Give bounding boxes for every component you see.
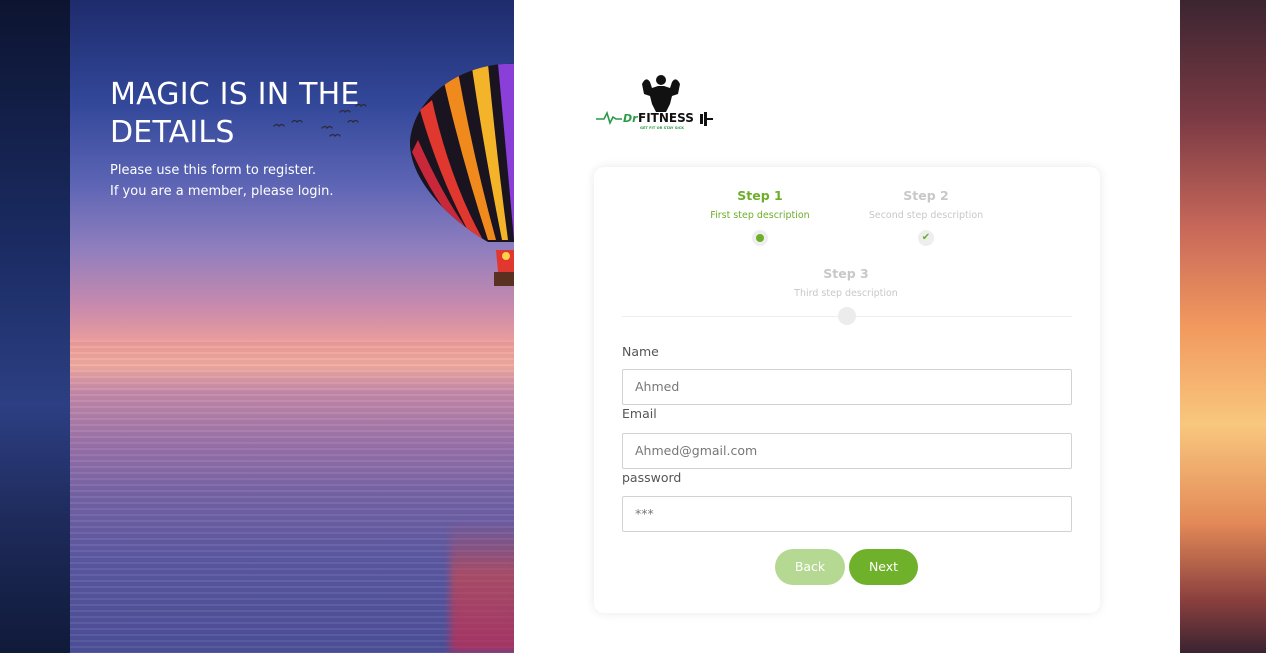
step-2-title: Step 2 [903, 188, 949, 203]
step-2-description: Second step description [868, 210, 984, 221]
step-1-indicator[interactable] [752, 230, 768, 246]
name-input[interactable]: Ahmed [622, 369, 1072, 405]
hot-air-balloon-icon [410, 63, 514, 286]
step-3-description: Third step description [794, 288, 898, 299]
hero-water [70, 340, 514, 653]
name-label: Name [622, 344, 659, 359]
hero-subtitle-line-2: If you are a member, please login. [110, 184, 334, 199]
back-button[interactable]: Back [775, 549, 845, 585]
step-1-description: First step description [710, 210, 810, 221]
hero-panel: MAGIC IS IN THE DETAILS Please use this … [70, 0, 514, 653]
hero-title: MAGIC IS IN THE DETAILS [110, 77, 360, 150]
step-3-title: Step 3 [823, 266, 869, 281]
email-label: Email [622, 406, 657, 421]
step-1-title: Step 1 [737, 188, 783, 203]
hero-subtitle-line-1: Please use this form to register. [110, 163, 317, 178]
next-button[interactable]: Next [849, 549, 918, 585]
step-3[interactable]: Step 3 Third step description [766, 266, 926, 301]
dr-fitness-logo: Dr FITNESS GET FIT OR STAY SICK [596, 75, 713, 130]
check-icon[interactable]: ✔ [918, 230, 934, 246]
svg-text:Dr: Dr [623, 112, 638, 125]
password-input[interactable]: *** [622, 496, 1072, 532]
balloon-reflection [450, 520, 514, 653]
password-label: password [622, 470, 682, 485]
background-left [0, 0, 70, 653]
step-3-indicator[interactable] [838, 307, 856, 325]
email-input[interactable]: Ahmed@gmail.com [622, 433, 1072, 469]
svg-text:FITNESS: FITNESS [638, 111, 694, 125]
form-panel: Dr FITNESS GET FIT OR STAY SICK Step 1 F… [514, 0, 1180, 653]
svg-text:GET FIT OR STAY SICK: GET FIT OR STAY SICK [640, 126, 684, 130]
background-right [1180, 0, 1266, 653]
step-2[interactable]: Step 2 Second step description [846, 188, 1006, 223]
registration-card: Step 1 First step description Step 2 Sec… [594, 167, 1100, 613]
step-1[interactable]: Step 1 First step description [680, 188, 840, 223]
